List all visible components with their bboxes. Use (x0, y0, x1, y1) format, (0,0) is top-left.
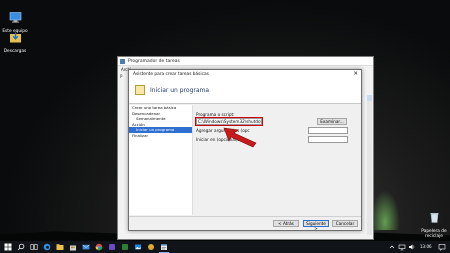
program-label: Programa o script: (196, 112, 235, 117)
store-icon[interactable] (69, 243, 77, 251)
task-scheduler-actions-pane (367, 95, 372, 235)
volume-icon[interactable] (408, 243, 416, 251)
wizard-title: Asistente para crear tareas básicas (133, 72, 209, 77)
back-button[interactable]: < Atrás (273, 220, 299, 227)
desktop-icon-label: Descargas (3, 49, 27, 54)
desktop-icon-label: Papelera de reciclaje (421, 229, 447, 239)
app-icon[interactable] (108, 243, 116, 251)
annotation-arrow-icon (223, 127, 257, 148)
notifications-icon[interactable] (438, 243, 446, 251)
task-scheduler-titlebar[interactable]: Programador de tareas (118, 57, 373, 66)
taskbar: 13:06 (0, 241, 450, 253)
browse-button[interactable]: Examinar... (317, 118, 347, 125)
file-explorer-icon[interactable] (56, 243, 64, 251)
task-scheduler-title: Programador de tareas (128, 59, 180, 64)
app-icon[interactable] (121, 243, 129, 251)
wizard-steps-list: Crear una tarea básica Desencadenar Sema… (129, 105, 193, 215)
wizard-footer: < Atrás Siguiente > Cancelar (129, 216, 361, 231)
desktop-tent-glow (370, 190, 400, 230)
task-scheduler-icon (120, 59, 125, 64)
header-divider (129, 103, 361, 104)
run-program-icon (135, 85, 145, 95)
wizard-titlebar[interactable]: Asistente para crear tareas básicas ✕ (129, 70, 361, 79)
task-scheduler-icon[interactable] (160, 243, 168, 251)
args-field[interactable] (308, 127, 348, 134)
wizard-page-title: Iniciar un programa (150, 87, 210, 94)
wizard-step[interactable]: Finalizar (129, 133, 192, 139)
program-field[interactable]: C:\Windows\System32\shutdown.exe (195, 117, 263, 126)
cancel-button[interactable]: Cancelar (332, 220, 358, 227)
chrome-icon[interactable] (95, 243, 103, 251)
wizard-header: Iniciar un programa (129, 79, 361, 103)
wizard-content: Programa o script: C:\Windows\System32\s… (195, 105, 361, 215)
recycle-bin-icon (430, 213, 438, 223)
network-icon[interactable] (398, 243, 406, 251)
close-icon[interactable]: ✕ (353, 70, 358, 79)
windows-start-icon[interactable] (4, 243, 12, 251)
next-button[interactable]: Siguiente > (303, 220, 329, 231)
photos-icon[interactable] (134, 243, 142, 251)
task-scheduler-side-text: P (120, 74, 123, 79)
app-icon[interactable] (147, 243, 155, 251)
mail-icon[interactable] (82, 243, 90, 251)
search-icon[interactable] (17, 243, 25, 251)
actions-pane-header (367, 95, 372, 101)
downloads-folder-icon (9, 32, 21, 43)
task-view-icon[interactable] (30, 243, 38, 251)
desktop-icon-papelera[interactable]: Papelera de reciclaje (419, 210, 449, 239)
computer-icon (9, 12, 21, 23)
start-in-field[interactable] (308, 136, 348, 143)
chevron-up-icon[interactable] (388, 243, 396, 251)
taskbar-clock[interactable]: 13:06 (420, 241, 432, 253)
basic-task-wizard-dialog[interactable]: Asistente para crear tareas básicas ✕ In… (128, 69, 362, 231)
edge-icon[interactable] (43, 243, 51, 251)
desktop-icon-descargas[interactable]: Descargas (1, 30, 29, 54)
